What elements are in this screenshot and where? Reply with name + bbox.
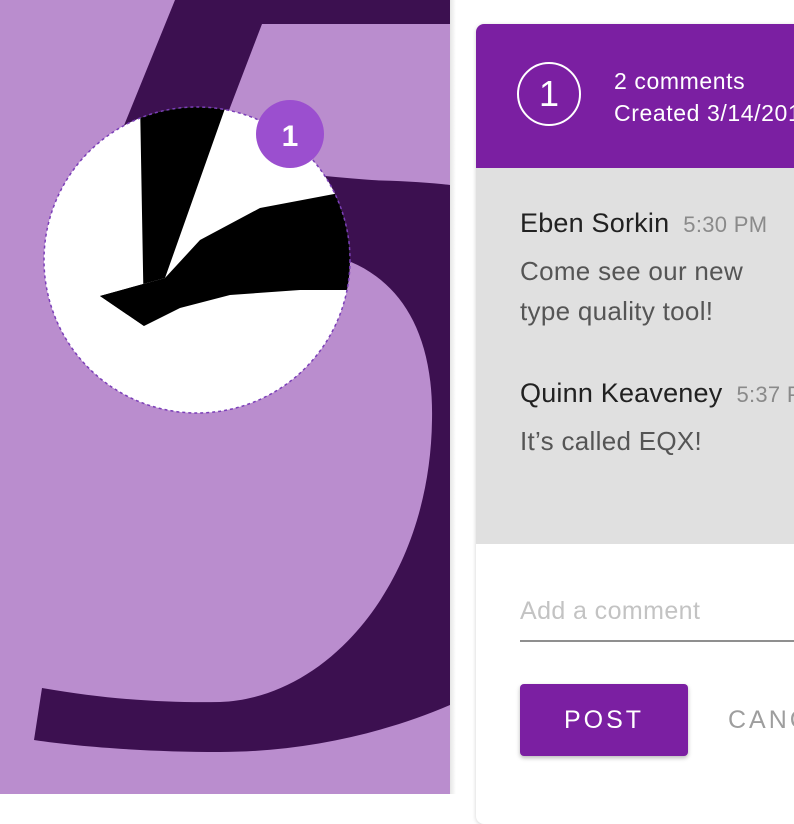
created-date: Created 3/14/2019	[614, 100, 794, 126]
comment-card: 1 2 comments Created 3/14/2019 Eben Sork…	[476, 24, 794, 824]
glyph-canvas[interactable]: 1	[0, 0, 450, 794]
post-button[interactable]: POST	[520, 684, 688, 756]
comment-input[interactable]	[520, 584, 794, 638]
thread-meta: 2 comments Created 3/14/2019	[614, 65, 794, 129]
comment-marker[interactable]: 1	[256, 100, 324, 168]
comment-text: It’s called EQX!	[520, 426, 703, 456]
cancel-button[interactable]: CANCEL	[716, 684, 794, 756]
comment-author: Quinn Keaveney	[520, 378, 723, 408]
comment-marker-label: 1	[282, 120, 299, 153]
comment-time: 5:30 PM	[683, 212, 768, 237]
panel-divider	[450, 0, 456, 794]
comment-field	[520, 584, 794, 642]
card-header: 1 2 comments Created 3/14/2019	[476, 24, 794, 168]
comment-item: Eben Sorkin 5:30 PM Come see our new type…	[520, 208, 780, 331]
glyph-preview: 1	[0, 0, 450, 794]
comment-item: Quinn Keaveney 5:37 PM It’s called EQX!	[520, 378, 794, 461]
comment-author: Eben Sorkin	[520, 208, 670, 238]
comment-time: 5:37 PM	[736, 382, 794, 407]
comment-text: Come see our new type quality tool!	[520, 256, 744, 326]
comment-count: 2 comments	[614, 68, 746, 94]
thread-number-badge: 1	[517, 62, 581, 126]
comment-thread: Eben Sorkin 5:30 PM Come see our new type…	[476, 168, 794, 544]
